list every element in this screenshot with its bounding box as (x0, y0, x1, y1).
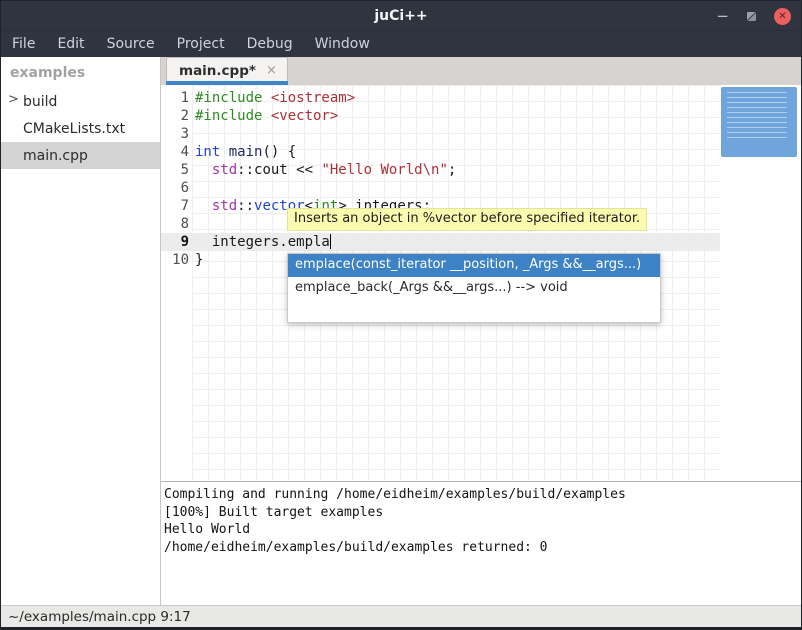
code-line: std::cout << "Hello World\n"; (192, 161, 456, 179)
window-title: juCi++ (374, 8, 427, 24)
menu-item-source[interactable]: Source (96, 31, 166, 57)
terminal-line: Compiling and running /home/eidheim/exam… (164, 486, 801, 504)
titlebar[interactable]: juCi++ − ✕ (1, 1, 801, 31)
line-number: 7 (161, 197, 189, 215)
minimize-button-icon[interactable]: − (716, 11, 729, 21)
file-tree-sidebar: examples >build CMakeLists.txt main.cpp (1, 57, 161, 605)
tab-main-cpp[interactable]: main.cpp* × (166, 57, 288, 85)
app-window: juCi++ − ✕ FileEditSourceProjectDebugWin… (0, 0, 802, 630)
line-number: 10 (161, 251, 189, 269)
tree-item-cmakelists-txt[interactable]: CMakeLists.txt (1, 115, 160, 142)
line-number: 2 (161, 107, 189, 125)
line-number: 4 (161, 143, 189, 161)
completion-popup: emplace(const_iterator __position, _Args… (287, 253, 661, 323)
code-editor[interactable]: 12345678910 #include <iostream>#include … (161, 85, 801, 481)
code-text[interactable]: #include <iostream>#include <vector> int … (192, 89, 456, 269)
file-tree: >build CMakeLists.txt main.cpp (1, 88, 160, 169)
line-number: 5 (161, 161, 189, 179)
tree-item-build[interactable]: >build (1, 88, 160, 115)
scrollbar-minimap[interactable] (721, 87, 797, 157)
line-number: 9 (161, 233, 189, 251)
line-number: 3 (161, 125, 189, 143)
menu-item-window[interactable]: Window (304, 31, 381, 57)
project-name-label: examples (1, 57, 160, 88)
code-line: int main() { (192, 143, 456, 161)
terminal-line: /home/eidheim/examples/build/examples re… (164, 539, 801, 557)
code-line: #include <vector> (192, 107, 456, 125)
restore-button-icon[interactable] (747, 12, 756, 21)
status-file-position: ~/examples/main.cpp 9:17 (8, 609, 191, 625)
menu-item-edit[interactable]: Edit (46, 31, 95, 57)
window-controls: − ✕ (716, 1, 791, 31)
build-output-terminal[interactable]: Compiling and running /home/eidheim/exam… (161, 481, 801, 605)
editor-pane: main.cpp* × 12345678910 #include <iostre… (161, 57, 801, 605)
text-cursor (330, 234, 331, 249)
menu-item-project[interactable]: Project (166, 31, 236, 57)
chevron-right-icon[interactable]: > (8, 92, 19, 107)
code-line: #include <iostream> (192, 89, 456, 107)
main-content: examples >build CMakeLists.txt main.cpp ma… (1, 57, 801, 605)
menu-item-debug[interactable]: Debug (236, 31, 304, 57)
line-number-gutter: 12345678910 (161, 89, 189, 269)
code-line (192, 179, 456, 197)
code-line: integers.empla (192, 233, 456, 251)
completion-item[interactable]: emplace_back(_Args &&__args...) --> void (288, 277, 660, 300)
line-number: 6 (161, 179, 189, 197)
close-button-icon[interactable]: ✕ (774, 8, 791, 25)
tree-item-main-cpp[interactable]: main.cpp (1, 142, 160, 169)
tab-close-icon[interactable]: × (266, 64, 277, 77)
doc-tooltip: Inserts an object in %vector before spec… (287, 208, 647, 231)
tab-label: main.cpp* (179, 63, 256, 79)
tab-bar: main.cpp* × (161, 57, 801, 85)
terminal-line: Hello World (164, 521, 801, 539)
line-number: 8 (161, 215, 189, 233)
completion-item[interactable]: emplace(const_iterator __position, _Args… (288, 254, 660, 277)
tree-item-label: CMakeLists.txt (1, 121, 125, 137)
menu-item-file[interactable]: File (1, 31, 46, 57)
status-bar: ~/examples/main.cpp 9:17 (1, 605, 801, 627)
terminal-line: [100%] Built target examples (164, 504, 801, 522)
menubar: FileEditSourceProjectDebugWindow (1, 31, 801, 57)
line-number: 1 (161, 89, 189, 107)
tree-item-label: main.cpp (1, 148, 88, 164)
code-line (192, 125, 456, 143)
